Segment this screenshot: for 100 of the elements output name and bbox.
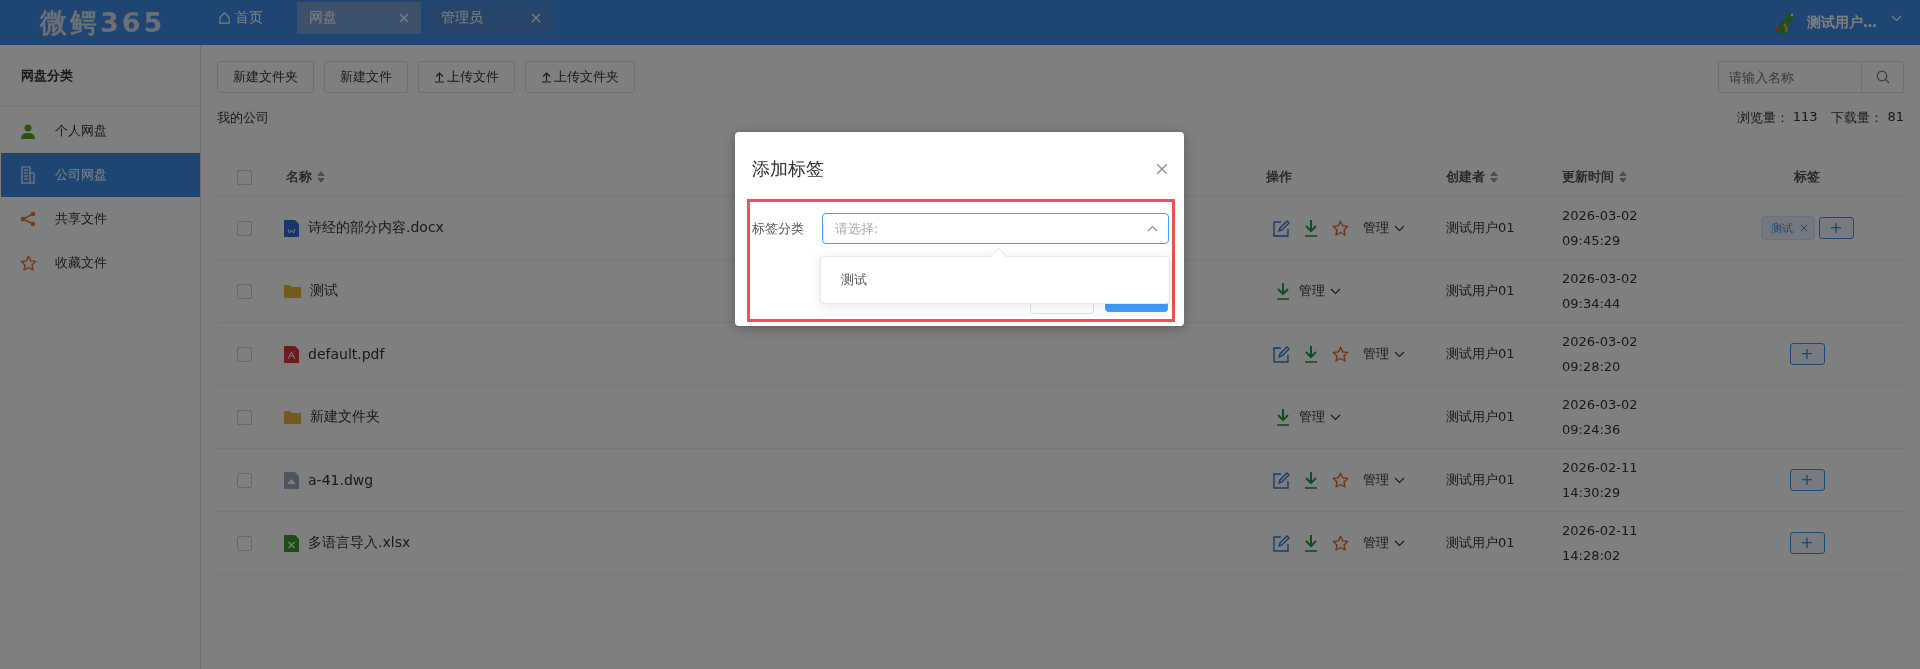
- row-checkbox[interactable]: [237, 283, 252, 299]
- star-icon[interactable]: [1332, 219, 1349, 237]
- caret-icon: [1330, 413, 1341, 421]
- download-icon[interactable]: [1304, 219, 1318, 237]
- folder-icon: [284, 410, 301, 424]
- sidebar-item[interactable]: 个人网盘: [1, 109, 200, 153]
- column-header[interactable]: 名称: [286, 168, 312, 186]
- file-icon: [284, 345, 299, 363]
- updated-time-cell-text: 2026-02-11 14:28:02: [1561, 522, 1639, 565]
- file-name[interactable]: a-41.dwg: [308, 472, 374, 488]
- stat-value: 81: [1887, 109, 1904, 126]
- column-header[interactable]: 更新时间: [1562, 168, 1614, 186]
- share-icon: [19, 211, 37, 227]
- caret-icon: [1394, 350, 1405, 358]
- creator-cell-text: 测试用户01: [1445, 219, 1516, 237]
- manage-dropdown[interactable]: 管理: [1363, 471, 1405, 489]
- upload-icon: [434, 71, 445, 83]
- caret-icon[interactable]: [1891, 15, 1902, 22]
- caret-icon: [1394, 476, 1405, 484]
- manage-dropdown[interactable]: 管理: [1363, 345, 1405, 363]
- user-name[interactable]: 测试用户…: [1807, 13, 1877, 32]
- creator-cell-text: 测试用户01: [1445, 534, 1516, 552]
- toolbar-button[interactable]: 上传文件夹: [525, 61, 635, 93]
- star-icon[interactable]: [1332, 345, 1349, 363]
- column-header: 标签: [1794, 168, 1820, 186]
- file-icon: [284, 471, 299, 489]
- search-field[interactable]: 请输入名称: [1718, 61, 1862, 93]
- person-icon: [19, 123, 37, 139]
- dropdown-option[interactable]: 测试: [821, 262, 1169, 298]
- close-icon[interactable]: [1799, 224, 1808, 232]
- edit-icon[interactable]: [1273, 219, 1290, 237]
- search-icon[interactable]: [1862, 61, 1904, 93]
- download-icon[interactable]: [1276, 282, 1290, 300]
- download-icon[interactable]: [1276, 408, 1290, 426]
- field-label: 标签分类: [752, 219, 805, 238]
- star-icon[interactable]: [1332, 534, 1349, 552]
- home-icon: [218, 11, 231, 24]
- updated-time-cell-text: 2026-02-11 14:30:29: [1561, 459, 1639, 502]
- file-icon: [284, 219, 299, 237]
- dialog-title: 添加标签: [752, 157, 824, 181]
- updated-time-cell-text: 2026-03-02 09:24:36: [1561, 396, 1639, 439]
- category-select[interactable]: 请选择:: [822, 213, 1169, 244]
- sidebar-item[interactable]: 共享文件: [1, 197, 200, 241]
- toolbar-button[interactable]: 上传文件: [418, 61, 515, 93]
- manage-dropdown[interactable]: 管理: [1363, 219, 1405, 237]
- caret-icon: [1394, 539, 1405, 547]
- file-name[interactable]: 测试: [310, 282, 338, 300]
- row-checkbox[interactable]: [237, 220, 252, 236]
- file-name[interactable]: 多语言导入.xlsx: [308, 534, 411, 552]
- caret-icon: [1330, 287, 1341, 295]
- sidebar-item[interactable]: 收藏文件: [1, 241, 200, 285]
- nav-tab[interactable]: 首页: [205, 1, 276, 34]
- column-header: 操作: [1266, 168, 1292, 186]
- manage-dropdown[interactable]: 管理: [1299, 408, 1341, 426]
- edit-icon[interactable]: [1273, 471, 1290, 489]
- stat-value: 113: [1792, 109, 1818, 126]
- creator-cell-text: 测试用户01: [1445, 345, 1516, 363]
- column-header[interactable]: 创建者: [1446, 168, 1485, 186]
- row-checkbox[interactable]: [237, 409, 252, 425]
- updated-time-cell-text: 2026-03-02 09:45:29: [1561, 207, 1639, 250]
- close-icon[interactable]: [1156, 163, 1168, 175]
- select-all-checkbox[interactable]: [237, 169, 252, 185]
- creator-cell-text: 测试用户01: [1445, 408, 1516, 426]
- breadcrumb[interactable]: 我的公司: [217, 109, 269, 127]
- sort-icon[interactable]: [317, 171, 325, 183]
- sidebar-item[interactable]: 公司网盘: [1, 153, 200, 197]
- building-icon: [19, 166, 37, 184]
- file-icon: [284, 534, 299, 552]
- sort-icon[interactable]: [1619, 171, 1627, 183]
- caret-icon: [1394, 224, 1405, 232]
- download-icon[interactable]: [1304, 534, 1318, 552]
- upload-icon: [541, 71, 552, 83]
- row-checkbox[interactable]: [237, 346, 252, 362]
- download-icon[interactable]: [1304, 345, 1318, 363]
- sidebar-title: 网盘分类: [0, 45, 200, 107]
- download-icon[interactable]: [1304, 471, 1318, 489]
- manage-dropdown[interactable]: 管理: [1363, 534, 1405, 552]
- star-icon[interactable]: [1332, 471, 1349, 489]
- folder-icon: [284, 284, 301, 298]
- tag-chip: 测试: [1760, 216, 1815, 240]
- stat-label: 浏览量：: [1736, 109, 1789, 127]
- edit-icon[interactable]: [1273, 534, 1290, 552]
- stat-label: 下载量：: [1831, 109, 1884, 127]
- star-icon: [19, 254, 37, 272]
- sort-icon[interactable]: [1490, 171, 1498, 183]
- manage-dropdown[interactable]: 管理: [1299, 282, 1341, 300]
- nav-tab[interactable]: 管理员: [429, 1, 553, 34]
- file-name[interactable]: default.pdf: [308, 346, 385, 362]
- toolbar-button[interactable]: 新建文件夹: [217, 61, 314, 93]
- row-checkbox[interactable]: [237, 472, 252, 488]
- creator-cell-text: 测试用户01: [1445, 471, 1516, 489]
- file-name[interactable]: 新建文件夹: [310, 408, 380, 426]
- app-logo: 微鳄365: [40, 5, 167, 40]
- caret-icon: [1147, 225, 1158, 232]
- updated-time-cell-text: 2026-03-02 09:28:20: [1561, 333, 1639, 376]
- row-checkbox[interactable]: [237, 535, 252, 551]
- edit-icon[interactable]: [1273, 345, 1290, 363]
- toolbar-button[interactable]: 新建文件: [324, 61, 408, 93]
- file-name[interactable]: 诗经的部分内容.docx: [308, 219, 444, 237]
- updated-time-cell-text: 2026-03-02 09:34:44: [1561, 270, 1639, 313]
